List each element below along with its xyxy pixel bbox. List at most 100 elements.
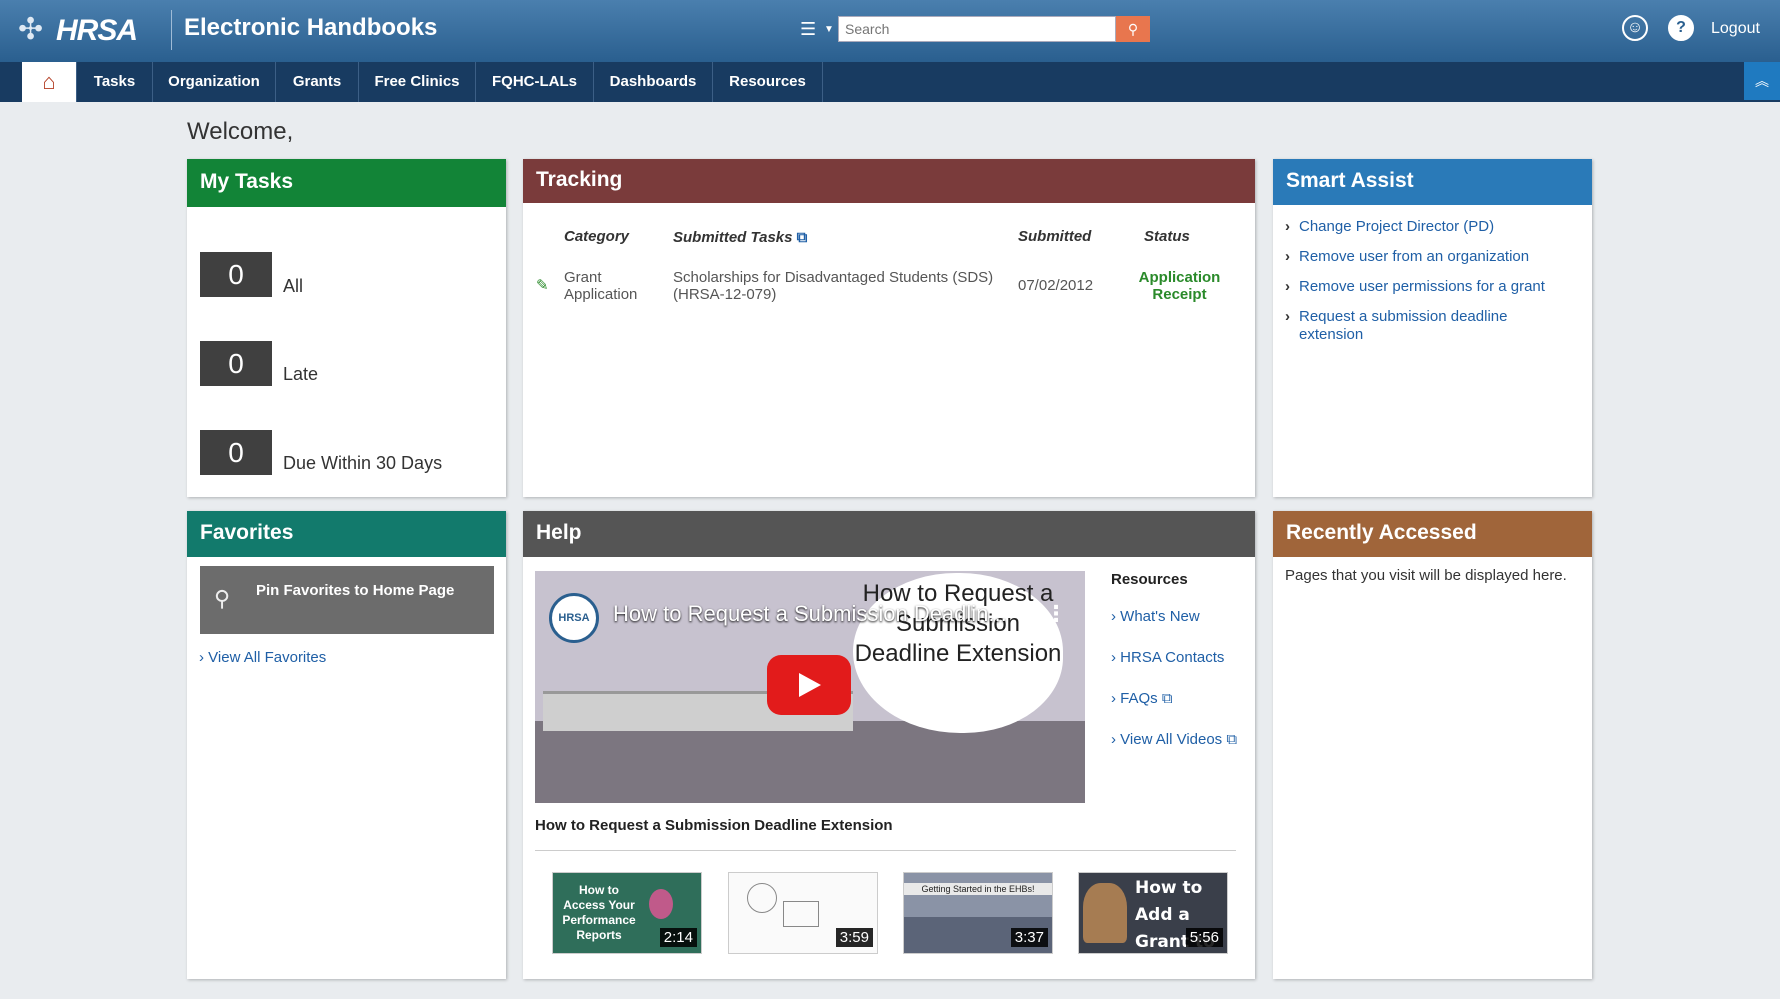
search-menu-button[interactable]: ☰ ▼	[794, 16, 836, 42]
chevron-right-icon: ›	[199, 649, 204, 666]
col-submitted-tasks-label: Submitted Tasks	[673, 229, 793, 246]
video-thumbnail[interactable]: How to Add a Grant to the EHBs P... 5:56	[1078, 872, 1228, 954]
thumbnail-sign-graphic	[783, 901, 819, 927]
smart-assist-item-label: Remove user permissions for a grant	[1299, 278, 1545, 295]
main-nav: ⌂ Tasks Organization Grants Free Clinics…	[0, 62, 1780, 102]
edit-icon[interactable]: ✎	[536, 276, 549, 294]
video-duration: 3:37	[1010, 928, 1048, 947]
search-input[interactable]	[838, 16, 1116, 42]
smart-assist-item-label: Change Project Director (PD)	[1299, 218, 1495, 235]
video-thumbnail-title: How to Access Your Performance Reports	[562, 883, 636, 942]
app-title: Electronic Handbooks	[184, 14, 438, 41]
chevron-right-icon: ›	[1111, 608, 1116, 625]
row-category-line1: Grant	[564, 269, 602, 286]
video-overlay-title[interactable]: How to Request a Submission Deadlin...	[613, 601, 1007, 627]
video-thumbnail[interactable]: 3:59	[728, 872, 878, 954]
video-duration: 2:14	[659, 928, 697, 947]
status-line2: Receipt	[1152, 286, 1207, 303]
smart-assist-item[interactable]: › Request a submission deadline extension	[1285, 308, 1525, 344]
video-thumbnail[interactable]: How to Access Your Performance Reports 2…	[552, 872, 702, 954]
smart-assist-item-label: Request a submission deadline extension	[1299, 308, 1508, 343]
video-player[interactable]: How to Request a Submission Deadline Ext…	[535, 571, 1085, 803]
resource-link-label: View All Videos	[1120, 731, 1223, 748]
search-icon: ⚲	[1127, 21, 1139, 37]
hrsa-logo[interactable]: ✣ HRSA	[18, 8, 166, 54]
nav-fqhc-lals[interactable]: FQHC-LALs	[476, 62, 594, 102]
external-link-icon: ⧉	[1161, 690, 1173, 707]
chevron-right-icon: ›	[1285, 308, 1290, 325]
help-panel: Help How to Request a Submission Deadlin…	[523, 511, 1255, 979]
view-all-favorites-label: View All Favorites	[208, 649, 327, 666]
recently-accessed-panel: Recently Accessed Pages that you visit w…	[1273, 511, 1592, 979]
user-icon[interactable]: ☺	[1622, 15, 1648, 41]
nav-organization[interactable]: Organization	[153, 62, 276, 102]
logout-link[interactable]: Logout	[1711, 20, 1760, 38]
status-link[interactable]: Application Receipt	[1132, 269, 1227, 303]
chevron-down-icon: ▼	[824, 24, 834, 35]
row-category: Grant Application	[564, 269, 637, 303]
more-options-icon[interactable]: ⋮	[1045, 601, 1067, 627]
resource-link-hrsa-contacts[interactable]: › HRSA Contacts	[1111, 649, 1224, 666]
my-tasks-title: My Tasks	[187, 159, 506, 207]
row-submitted-date: 07/02/2012	[1018, 277, 1094, 294]
resource-link-faqs[interactable]: › FAQs ⧉	[1111, 690, 1173, 707]
nav-resources[interactable]: Resources	[713, 62, 823, 102]
task-count-all[interactable]: 0	[200, 252, 272, 297]
smart-assist-title: Smart Assist	[1273, 159, 1592, 205]
task-label-all[interactable]: All	[283, 276, 303, 297]
tracking-title: Tracking	[523, 159, 1255, 203]
thumbnail-character-graphic	[649, 889, 673, 919]
task-label-due[interactable]: Due Within 30 Days	[283, 453, 442, 474]
play-button[interactable]	[767, 655, 851, 715]
thumbnail-sketch-graphic	[747, 883, 777, 913]
col-submitted: Submitted	[1018, 228, 1092, 245]
chevron-right-icon: ›	[1111, 731, 1116, 748]
help-icon[interactable]: ?	[1668, 15, 1694, 41]
nav-tasks[interactable]: Tasks	[77, 62, 153, 102]
pin-favorites-button[interactable]: ⚲ Pin Favorites to Home Page	[200, 566, 494, 634]
welcome-heading: Welcome,	[187, 118, 294, 145]
col-submitted-tasks[interactable]: Submitted Tasks ⧉	[673, 229, 807, 246]
video-caption: How to Request a Submission Deadline Ext…	[535, 817, 893, 834]
menu-icon: ☰	[800, 19, 817, 39]
pin-favorites-label: Pin Favorites to Home Page	[256, 582, 455, 599]
col-category: Category	[564, 228, 630, 245]
row-task-line2: (HRSA-12-079)	[673, 286, 777, 303]
hrsa-video-logo: HRSA	[549, 593, 599, 643]
task-count-late[interactable]: 0	[200, 341, 272, 386]
help-divider	[535, 850, 1236, 851]
recently-accessed-title: Recently Accessed	[1273, 511, 1592, 557]
my-tasks-panel: My Tasks 0 All 0 Late 0 Due Within 30 Da…	[187, 159, 506, 497]
video-thumbnail[interactable]: Getting Started in the EHBs! 3:37	[903, 872, 1053, 954]
smart-assist-item[interactable]: › Remove user from an organization	[1285, 248, 1585, 266]
external-link-icon: ⧉	[796, 229, 808, 246]
search-button[interactable]: ⚲	[1116, 16, 1150, 42]
logo-divider	[171, 10, 172, 50]
eagle-icon: ✣	[18, 12, 44, 47]
chevron-up-icon: ︽	[1755, 73, 1769, 89]
nav-home[interactable]: ⌂	[22, 62, 77, 102]
favorites-panel: Favorites ⚲ Pin Favorites to Home Page ›…	[187, 511, 506, 979]
top-header: ✣ HRSA Electronic Handbooks ☰▼ ⚲ ☺ ? Log…	[0, 0, 1780, 62]
view-all-favorites-link[interactable]: › View All Favorites	[199, 649, 326, 666]
home-icon: ⌂	[42, 69, 56, 94]
smart-assist-item[interactable]: › Change Project Director (PD)	[1285, 218, 1585, 236]
recently-accessed-empty-text: Pages that you visit will be displayed h…	[1285, 567, 1567, 584]
nav-grants[interactable]: Grants	[276, 62, 359, 102]
resource-link-view-all-videos[interactable]: › View All Videos ⧉	[1111, 731, 1237, 748]
smart-assist-item[interactable]: › Remove user permissions for a grant	[1285, 278, 1585, 296]
smart-assist-panel: Smart Assist › Change Project Director (P…	[1273, 159, 1592, 497]
row-category-line2: Application	[564, 286, 638, 303]
chevron-right-icon: ›	[1285, 218, 1290, 235]
help-title: Help	[523, 511, 1255, 557]
resource-link-label: FAQs	[1120, 690, 1158, 707]
resources-title: Resources	[1111, 571, 1188, 588]
nav-dashboards[interactable]: Dashboards	[594, 62, 713, 102]
task-count-due[interactable]: 0	[200, 430, 272, 475]
tracking-panel: Tracking Category Submitted Tasks ⧉ Subm…	[523, 159, 1255, 497]
task-label-late[interactable]: Late	[283, 364, 318, 385]
resource-link-whats-new[interactable]: › What's New	[1111, 608, 1200, 625]
nav-free-clinics[interactable]: Free Clinics	[359, 62, 476, 102]
collapse-nav-button[interactable]: ︽	[1744, 62, 1780, 100]
smart-assist-item-label: Remove user from an organization	[1299, 248, 1530, 265]
